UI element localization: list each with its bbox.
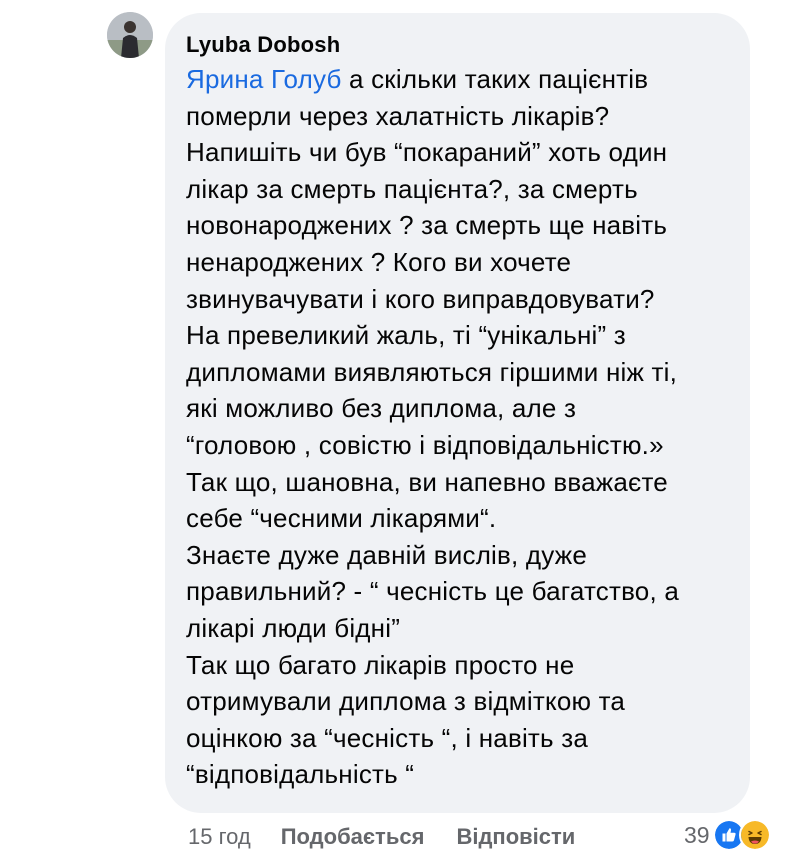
reaction-count: 39 [684,821,710,848]
avatar-photo [107,12,153,58]
comment-author[interactable]: Lyuba Dobosh [186,30,730,60]
comment-timestamp[interactable]: 15 год [188,822,251,852]
comment-line: Знаєте дуже давній вислів, дуже [186,539,588,570]
comment-line: Напишіть чи був “покараний” хоть один [186,137,668,168]
avatar[interactable] [107,12,153,58]
reaction-icons [712,819,771,851]
haha-icon [738,819,771,851]
comment-line: ненароджених ? Кого ви хочете [186,246,572,277]
reactions-summary[interactable]: 39 [684,818,771,852]
like-button[interactable]: Подобається [281,822,425,852]
comment-line: “головою , совістю і відповідальністю.» [186,429,664,460]
comment-line: Ярина Голуб а скільки таких пацієнтів [186,64,649,94]
comment-line: лікар за смерть пацієнта?, за смерть [186,173,638,204]
comment-line: Так що багато лікарів просто не [186,649,575,680]
comment-actions: 15 год Подобається Відповісти [188,822,607,852]
comment-line: На превеликий жаль, ті “унікальні” з [186,320,626,351]
comment-bubble: Lyuba Dobosh Ярина Голуб а скільки таких… [165,13,750,813]
comment-text: Ярина Голуб а скільки таких пацієнтів по… [186,61,730,793]
comment-line: оцінкою за “чесність “, і навіть за [186,722,588,753]
comment-line: “відповідальність “ [186,759,415,790]
comment-line: лікарі люди бідні” [186,612,401,643]
comment-line: Так що, шановна, ви напевно вважаєте [186,466,668,497]
comment-line: правильний? - “ чесність це багатство, а [186,576,679,607]
comment-line: новонароджених ? за смерть ще навіть [186,210,668,241]
comment-line: дипломами виявляються гіршими ніж ті, [186,356,678,387]
comment-line: отримували диплома з відміткою та [186,686,626,717]
comment-line: звинувачувати і кого виправдовувати? [186,283,655,314]
comment-line: померли через халатність лікарів? [186,100,610,131]
comment-line: які можливо без диплома, але з [186,393,577,424]
mention-link[interactable]: Ярина Голуб [186,64,342,94]
comment-line: себе “чесними лікарями“. [186,503,497,534]
reply-button[interactable]: Відповісти [456,822,575,852]
